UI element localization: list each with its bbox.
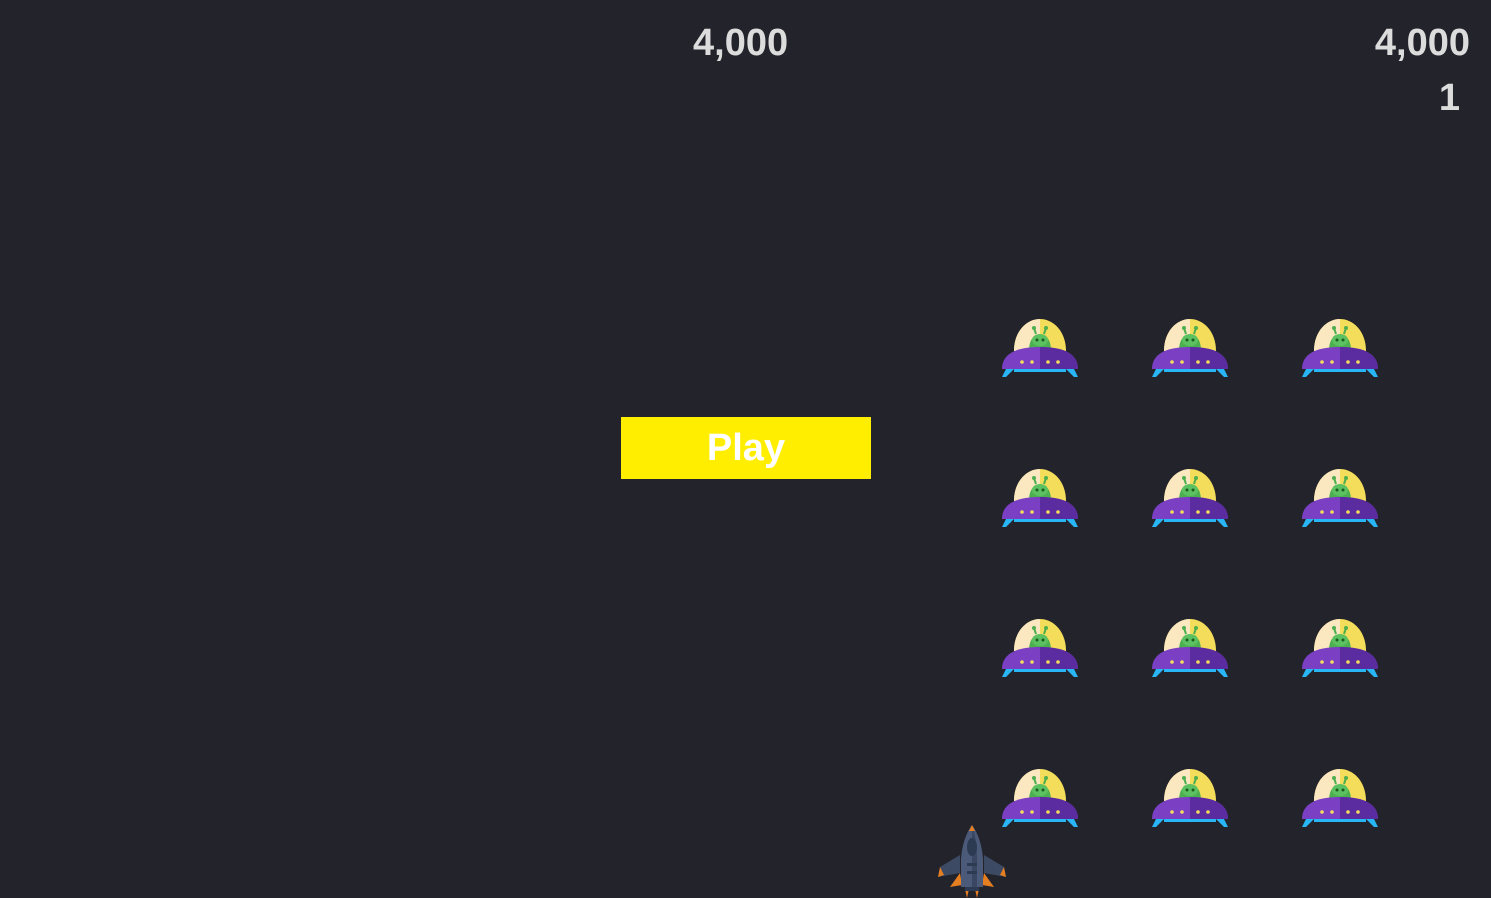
ufo-alien-icon [1302,319,1378,377]
play-button[interactable]: Play [621,417,871,479]
ufo-alien-icon [1002,469,1078,527]
ufo-alien-icon [1302,619,1378,677]
game-canvas[interactable]: 4,000 4,000 1 Play [0,0,1491,898]
ufo-alien-icon [1302,469,1378,527]
alien [1150,617,1230,679]
ufo-alien-icon [1002,619,1078,677]
alien [1300,617,1380,679]
player-ship [936,823,1008,898]
alien [1300,317,1380,379]
score-display: 4,000 [693,22,789,64]
alien [1000,617,1080,679]
ufo-alien-icon [1152,319,1228,377]
spaceship-icon [938,825,1006,898]
ufo-alien-icon [1152,619,1228,677]
alien [1150,317,1230,379]
ufo-alien-icon [1302,769,1378,827]
ufo-alien-icon [1002,319,1078,377]
alien [1150,467,1230,529]
alien [1300,767,1380,829]
alien [1300,467,1380,529]
ufo-alien-icon [1152,769,1228,827]
ufo-alien-icon [1152,469,1228,527]
alien [1000,767,1080,829]
alien [1150,767,1230,829]
ufo-alien-icon [1002,769,1078,827]
level-display: 1 [1438,77,1460,119]
alien [1000,467,1080,529]
alien [1000,317,1080,379]
high-score-display: 4,000 [1374,22,1470,64]
